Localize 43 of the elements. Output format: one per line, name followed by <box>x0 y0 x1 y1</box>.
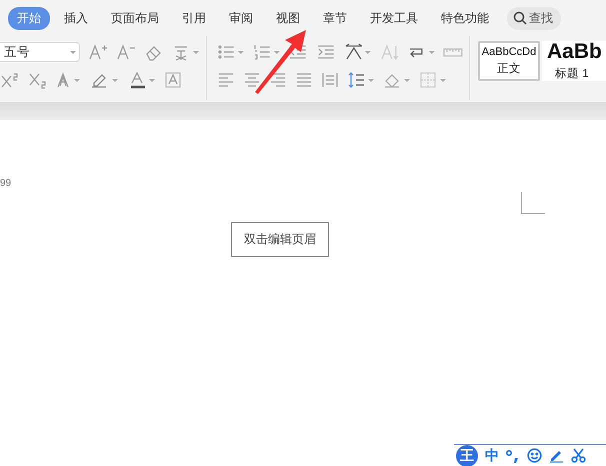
scissors-icon[interactable] <box>571 448 586 463</box>
search-icon <box>513 11 527 25</box>
header-hint[interactable]: 双击编辑页眉 <box>231 222 329 257</box>
annotation-arrow <box>252 28 308 94</box>
margin-corner-mark <box>521 192 545 214</box>
increase-indent-icon[interactable] <box>316 43 336 61</box>
search-button[interactable]: 查找 <box>507 6 561 30</box>
ribbon-tab[interactable]: 页面布局 <box>102 6 168 30</box>
ime-logo[interactable]: 王 <box>456 444 478 466</box>
font-color-icon[interactable] <box>128 71 156 89</box>
align-center-icon[interactable] <box>243 71 261 89</box>
ribbon-tab[interactable]: 审阅 <box>220 6 262 30</box>
numbered-list-icon[interactable] <box>252 43 280 61</box>
font-grow-icon[interactable] <box>88 43 108 61</box>
text-effect-icon[interactable] <box>56 71 82 89</box>
ribbon-tab[interactable]: 视图 <box>267 6 309 30</box>
font-size-dropdown[interactable]: 五号 <box>0 42 80 62</box>
pencil-icon[interactable] <box>549 448 564 463</box>
style-preset[interactable]: AaBb 标题 1 <box>542 41 606 81</box>
align-left-icon[interactable] <box>217 71 235 89</box>
font-shrink-icon[interactable] <box>116 43 136 61</box>
bullet-list-icon[interactable] <box>217 43 245 61</box>
style-preset[interactable]: AaBbCcDd 正文 <box>478 41 540 81</box>
subscript-icon[interactable] <box>28 71 48 89</box>
justify-icon[interactable] <box>295 71 313 89</box>
caret-icon <box>70 50 76 54</box>
line-spacing-icon[interactable] <box>347 71 375 89</box>
borders-icon[interactable] <box>419 71 447 89</box>
ribbon-tab[interactable]: 引用 <box>173 6 215 30</box>
superscript-icon[interactable] <box>0 71 20 89</box>
character-border-icon[interactable] <box>164 71 182 89</box>
distributed-align-icon[interactable] <box>321 71 339 89</box>
emoji-icon[interactable] <box>527 448 542 463</box>
text-direction-icon[interactable] <box>344 43 372 61</box>
ribbon-tab[interactable]: 特色功能 <box>432 6 498 30</box>
align-right-icon[interactable] <box>269 71 287 89</box>
sort-icon[interactable] <box>380 43 400 61</box>
ribbon-tab[interactable]: 开发工具 <box>361 6 427 30</box>
punctuation-icon[interactable] <box>506 448 520 464</box>
input-mode-toggle[interactable]: 中 <box>485 446 499 464</box>
margin-text: 99 <box>0 178 12 189</box>
ribbon-tab[interactable]: 章节 <box>314 6 356 30</box>
ribbon-tab[interactable]: 插入 <box>55 6 97 30</box>
